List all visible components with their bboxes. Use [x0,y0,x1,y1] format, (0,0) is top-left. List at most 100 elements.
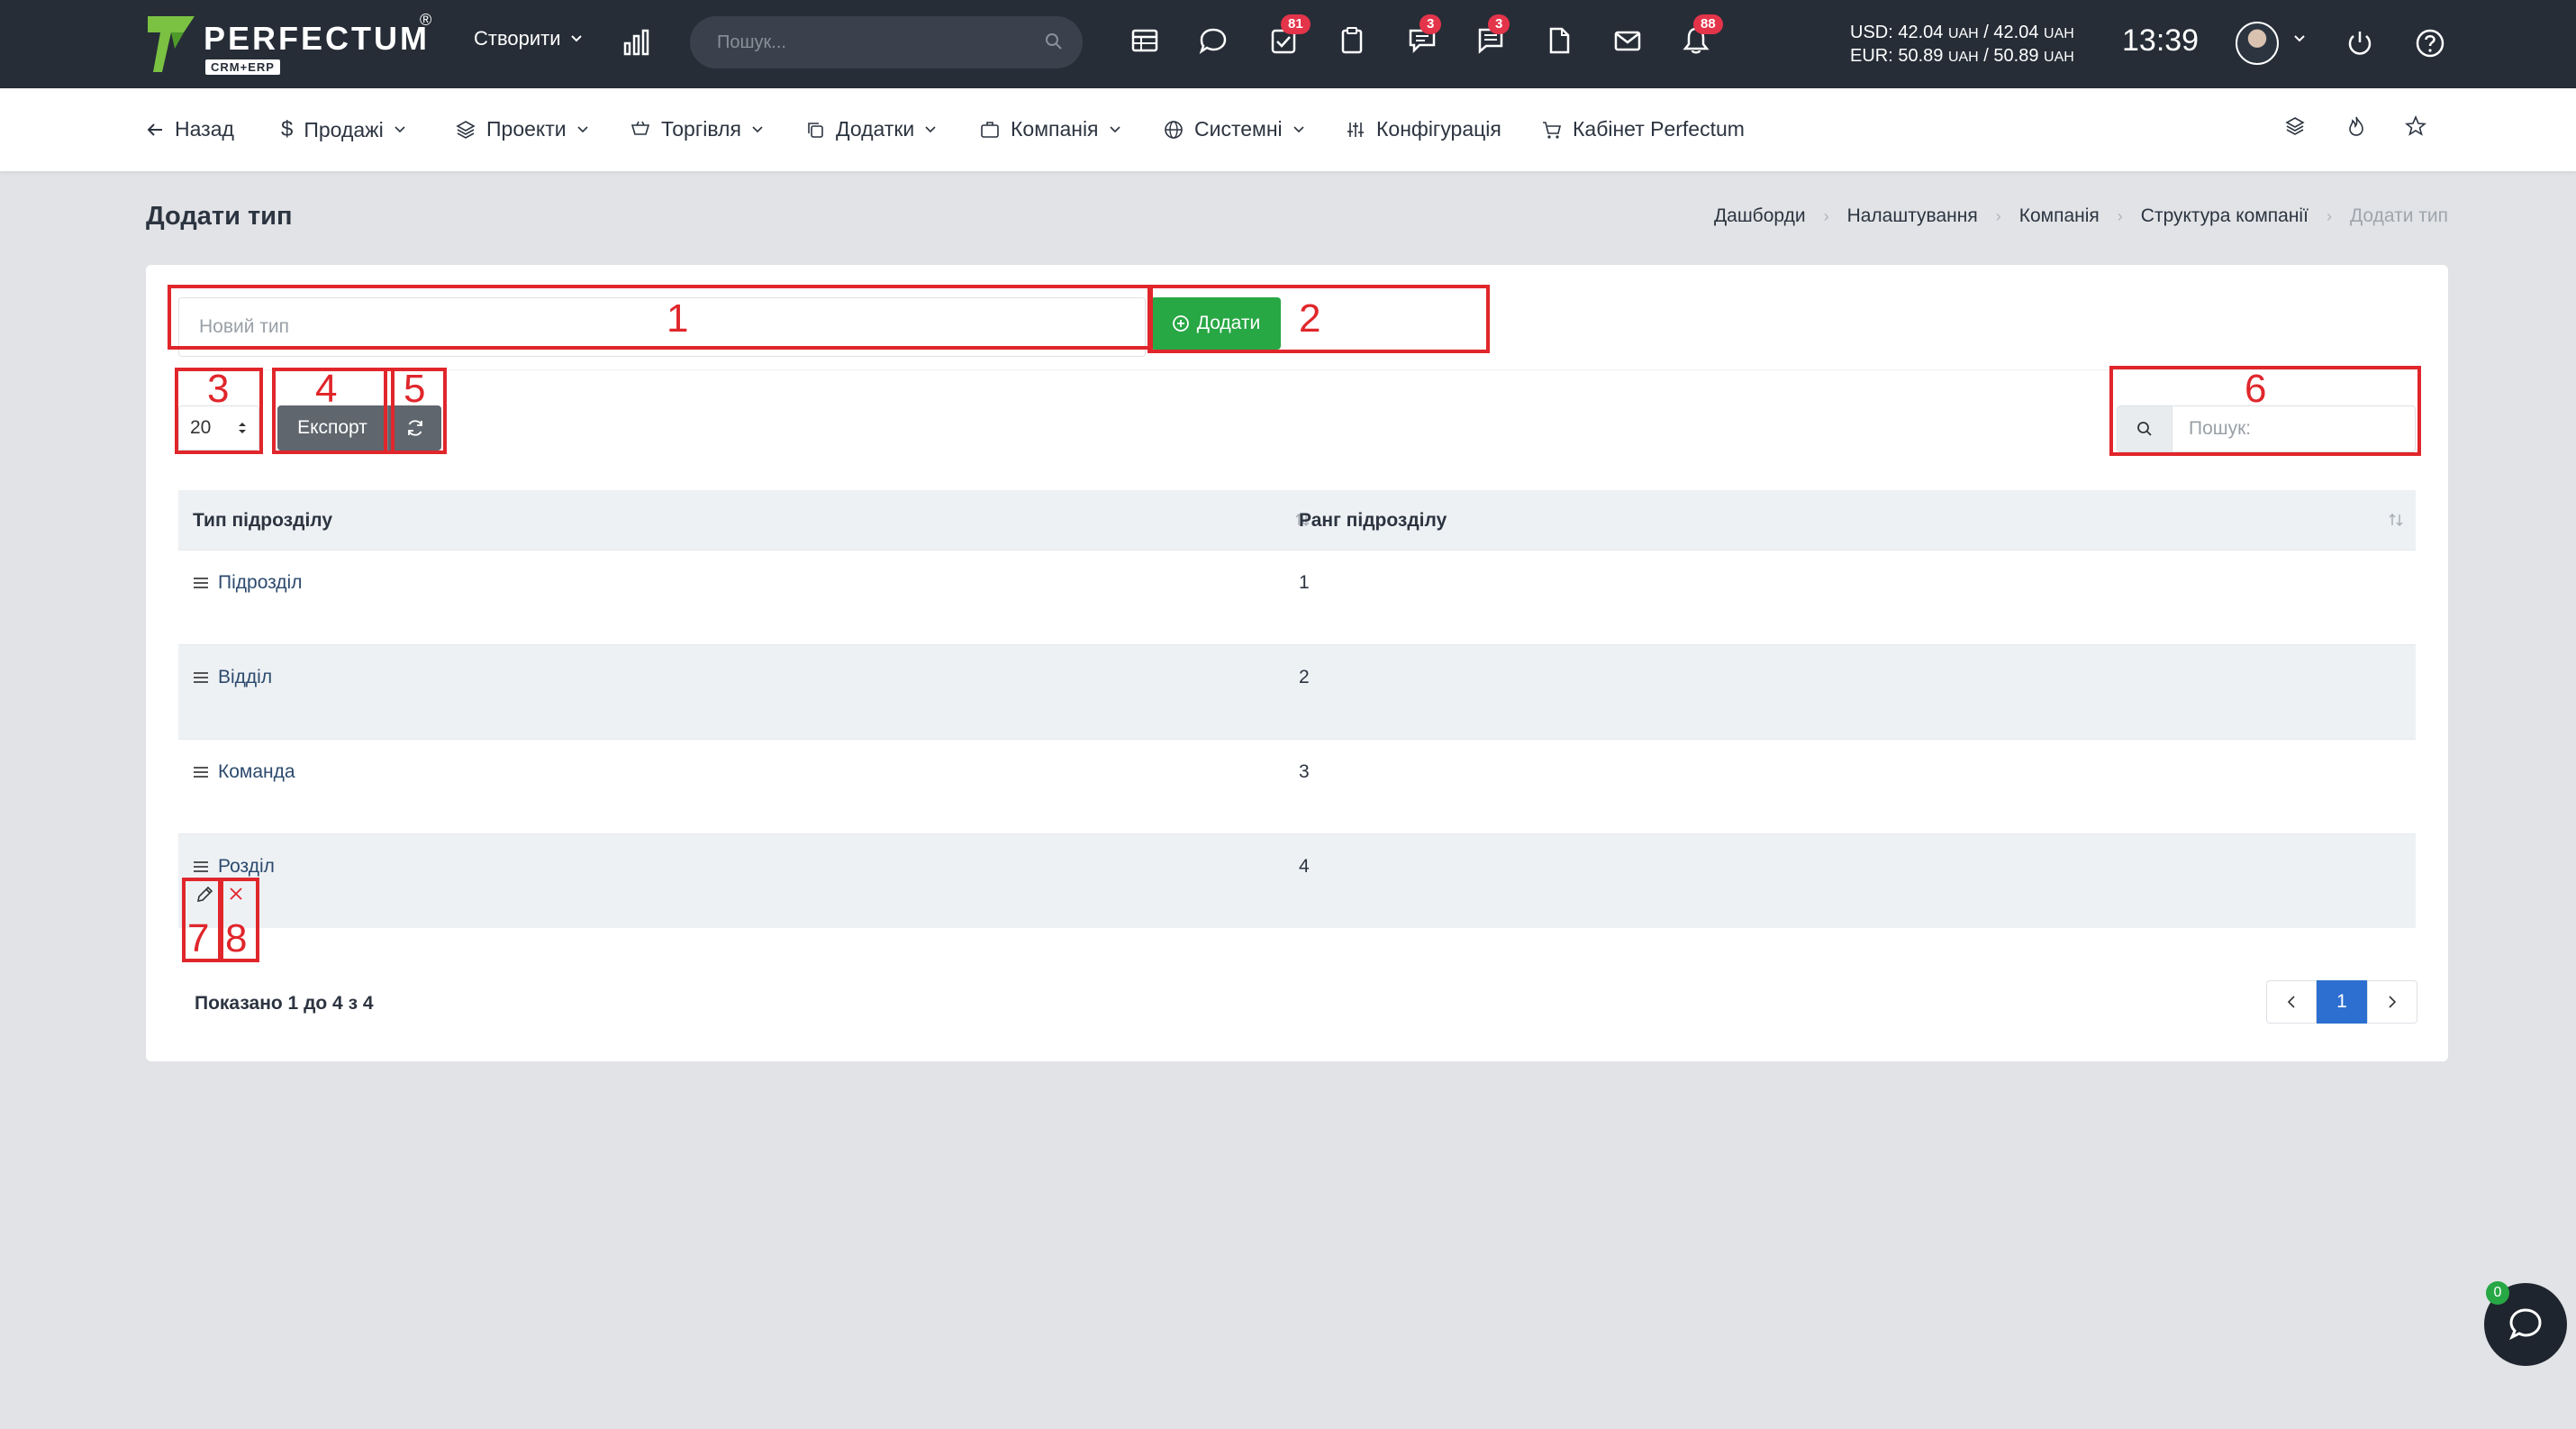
chevron-down-icon [1109,125,1120,132]
calendar-table-icon[interactable] [1129,25,1166,61]
cell-type[interactable]: Відділ [193,667,272,688]
create-label: Створити [474,27,561,50]
cell-rank: 4 [1299,856,1310,877]
star-icon[interactable] [2405,115,2426,137]
type-name-link[interactable]: Розділ [218,856,275,878]
pagination-page[interactable]: 1 [2317,980,2367,1024]
breadcrumb-item-company[interactable]: Компанія [2019,205,2100,227]
chevron-right-icon: › [2326,206,2332,225]
global-search[interactable] [690,16,1083,68]
cell-rank: 3 [1299,761,1310,782]
nav-company[interactable]: Компанія [980,117,1120,141]
layers-icon[interactable] [2284,115,2306,137]
nav-addons[interactable]: Додатки [805,117,936,141]
chevron-right-icon [2389,996,2397,1008]
annotation-number-3: 3 [207,367,230,411]
usd-rate-2: / 42.04 [1983,23,2039,42]
help-icon[interactable] [2414,27,2446,59]
type-name-link[interactable]: Підрозділ [218,572,302,594]
nav-config[interactable]: Конфігурація [1346,117,1501,141]
globe-icon [1165,120,1183,139]
basket-icon [630,121,650,135]
chat-bubble-icon [2509,1308,2542,1341]
type-name-link[interactable]: Команда [218,761,295,783]
table-info: Показано 1 до 4 з 4 [195,993,374,1014]
layers-icon [456,120,476,139]
annotation-number-8: 8 [225,916,248,960]
chevron-down-icon [752,125,763,132]
table-row: Відділ 2 [178,644,2416,739]
usd-rate: USD: 42.04 [1850,23,1944,42]
breadcrumb-item-settings[interactable]: Налаштування [1847,205,1978,227]
tasks-icon[interactable]: 81 [1268,14,1311,61]
nav-projects[interactable]: Проекти [456,117,588,141]
logo[interactable]: PERFECTUM ® CRM+ERP [144,11,441,76]
briefcase-icon [981,121,999,138]
global-search-input[interactable] [717,29,1023,56]
table-header: Тип підрозділу Ранг підрозділу [178,490,2416,550]
cart-icon [1543,121,1562,139]
drag-handle-icon[interactable] [193,766,209,778]
top-bar: PERFECTUM ® CRM+ERP Створити 81 3 3 [0,0,2576,88]
nav-trade[interactable]: Торгівля [630,117,763,141]
nav-cabinet[interactable]: Кабінет Perfectum [1542,117,1745,141]
messages-icon[interactable]: 3 [1475,14,1511,61]
pagination: 1 [2266,980,2417,1024]
clipboard-icon[interactable] [1337,25,1373,61]
eur-rate: EUR: 50.89 [1850,46,1944,66]
annotation-number-5: 5 [404,367,426,411]
breadcrumb-item-current: Додати тип [2349,205,2448,226]
logo-mark-icon [148,16,195,72]
drag-handle-icon[interactable] [193,671,209,684]
annotation-number-4: 4 [315,367,338,411]
main-nav: Назад $ Продажі Проекти Торгівля Додатки… [0,88,2576,171]
nav-config-label: Конфігурація [1376,117,1501,141]
divider [178,369,2416,370]
table-row: Підрозділ 1 [178,550,2416,644]
type-name-link[interactable]: Відділ [218,667,272,688]
breadcrumb-item-dashboards[interactable]: Дашборди [1714,205,1806,227]
eur-unit-2: UAH [2044,50,2074,65]
bell-icon[interactable]: 88 [1681,14,1723,61]
nav-trade-label: Торгівля [661,117,741,141]
chat-bubble-icon[interactable] [1198,25,1234,61]
cell-rank: 1 [1299,572,1310,593]
drag-handle-icon[interactable] [193,577,209,589]
logo-subtitle: CRM+ERP [205,59,280,75]
breadcrumb: Дашборди › Налаштування › Компанія › Стр… [1714,205,2448,227]
avatar[interactable] [2236,22,2279,65]
bar-chart-icon[interactable] [621,27,652,58]
cell-type[interactable]: Розділ [193,856,275,878]
column-header-rank[interactable]: Ранг підрозділу [1299,510,1447,532]
drag-handle-icon[interactable] [193,860,209,873]
clock: 13:39 [2122,23,2200,58]
table-row: Команда 3 [178,739,2416,833]
sort-icon[interactable] [2387,512,2405,528]
nav-back[interactable]: Назад [146,117,234,141]
currency-rates: USD: 42.04 UAH / 42.04 UAH EUR: 50.89 UA… [1850,22,2074,68]
nav-back-label: Назад [175,117,234,141]
chevron-down-icon [577,125,588,132]
flame-icon[interactable] [2345,115,2367,137]
pagination-prev[interactable] [2266,980,2317,1024]
nav-system[interactable]: Системні [1164,117,1304,141]
search-icon[interactable] [1045,32,1063,50]
chevron-down-icon[interactable] [2293,34,2306,43]
mail-icon[interactable] [1612,25,1648,61]
document-icon[interactable] [1544,25,1580,61]
cell-type[interactable]: Підрозділ [193,572,302,594]
nav-sales-label: Продажі [304,117,384,141]
pagination-next[interactable] [2367,980,2417,1024]
chevron-right-icon: › [1823,206,1829,225]
power-icon[interactable] [2344,27,2376,59]
breadcrumb-item-structure[interactable]: Структура компанії [2141,205,2308,227]
nav-sales[interactable]: $ Продажі [281,117,405,142]
create-menu-button[interactable]: Створити [474,27,583,50]
column-header-type[interactable]: Тип підрозділу [193,510,332,532]
nav-cabinet-label: Кабінет Perfectum [1573,117,1745,141]
annotation-number-7: 7 [187,916,210,960]
messages-badge: 3 [1488,14,1510,34]
discussion-icon[interactable]: 3 [1407,14,1443,61]
logo-text: PERFECTUM [204,20,430,57]
cell-type[interactable]: Команда [193,761,295,783]
